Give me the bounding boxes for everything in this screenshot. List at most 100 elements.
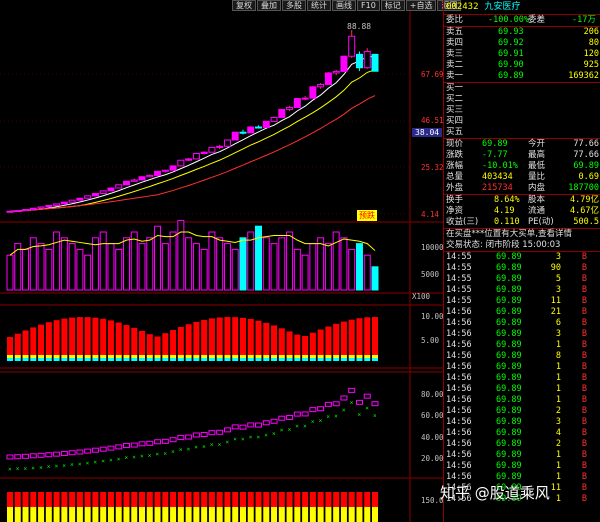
macd-base2 — [30, 358, 37, 361]
macd-base2 — [185, 358, 192, 361]
macd-bar — [107, 320, 114, 355]
toolbar-button[interactable]: 统计 — [307, 0, 331, 11]
volume-bar — [138, 243, 146, 291]
toolbar-button[interactable]: F10 — [357, 0, 380, 11]
kdj-cross: × — [163, 450, 167, 457]
macd-base — [294, 355, 301, 358]
bottom-bar — [325, 492, 332, 507]
volume-axis-label: 5000 — [421, 270, 440, 279]
volume-bar — [122, 237, 130, 291]
macd-base — [107, 355, 114, 358]
kdj-mark — [84, 448, 92, 454]
kdj-cross: × — [8, 466, 12, 473]
macd-base — [356, 355, 363, 358]
bottom-bar2 — [30, 507, 37, 522]
kdj-axis-label: 20.00 — [421, 454, 444, 463]
volume-bar — [76, 248, 84, 291]
tick-row: 14:56 69.89 1 B — [446, 461, 587, 471]
stat-row: 收益(三) 0.110 PE(动) 500.5 — [446, 217, 599, 227]
kdj-cross: × — [210, 442, 214, 449]
toolbar-button[interactable]: 多股 — [282, 0, 306, 11]
macd-base — [69, 355, 76, 358]
macd-bar — [333, 323, 340, 355]
tick-row: 14:55 69.89 11 B — [446, 296, 587, 306]
toolbar-button[interactable]: 复权 — [232, 0, 256, 11]
macd-bar — [201, 319, 208, 355]
bottom-bar2 — [45, 507, 52, 522]
macd-base2 — [146, 358, 153, 361]
bottom-bar2 — [162, 507, 169, 522]
bottom-bar — [271, 492, 278, 507]
toolbar-button[interactable]: 画线 — [332, 0, 356, 11]
notice-big-order[interactable]: 在买盘***位置有大买单,查看详情 — [444, 228, 600, 240]
macd-base2 — [177, 358, 184, 361]
bottom-bar2 — [177, 507, 184, 522]
volume-bar — [185, 237, 193, 291]
tick-row: 14:56 69.89 3 B — [446, 329, 587, 339]
buy-level: 买四 — [446, 116, 464, 126]
macd-base — [325, 355, 332, 358]
kdj-mark — [45, 452, 53, 458]
candle-body — [208, 146, 216, 153]
bottom-bar — [177, 492, 184, 507]
kdj-cross: × — [86, 460, 90, 467]
macd-base2 — [38, 358, 45, 361]
toolbar-button[interactable]: 标记 — [380, 0, 405, 11]
bottom-bar — [224, 492, 231, 507]
bottom-bar — [14, 492, 21, 507]
bottom-bar2 — [247, 507, 254, 522]
volume-bar — [192, 243, 200, 291]
candle-body — [293, 98, 301, 108]
kdj-cross: × — [24, 465, 28, 472]
bottom-bar — [302, 492, 309, 507]
bottom-bar — [255, 492, 262, 507]
order-ratio-row: 委比 -100.00% 委差 -17万 — [444, 14, 600, 26]
bottom-bar2 — [38, 507, 45, 522]
macd-base2 — [14, 358, 21, 361]
bottom-bar2 — [84, 507, 91, 522]
volume-bar — [169, 231, 177, 291]
bottom-bar2 — [286, 507, 293, 522]
bottom-bar2 — [208, 507, 215, 522]
bottom-bar2 — [61, 507, 68, 522]
macd-bar — [92, 317, 99, 355]
bottom-bar2 — [7, 507, 13, 522]
macd-bar — [45, 322, 52, 355]
kdj-cross: × — [78, 461, 82, 468]
kdj-mark — [332, 401, 340, 407]
bottom-bar — [53, 492, 60, 507]
volume-bar — [130, 231, 138, 291]
macd-base — [146, 355, 153, 358]
macd-base2 — [286, 358, 293, 361]
candle-body — [146, 174, 154, 178]
tick-row: 14:55 69.89 5 B — [446, 274, 587, 284]
kdj-cross: × — [295, 423, 299, 430]
kdj-cross: × — [241, 436, 245, 443]
toolbar-button[interactable]: +自选 — [405, 0, 437, 11]
macd-base2 — [294, 358, 301, 361]
macd-bar — [348, 319, 355, 355]
kdj-mark — [29, 453, 37, 459]
tick-row: 14:56 69.89 1 B — [446, 450, 587, 460]
volume-bar — [270, 243, 278, 291]
stock-name: 九安医疗 — [484, 2, 521, 12]
macd-bar — [139, 330, 146, 355]
bottom-bar — [38, 492, 45, 507]
volume-bar — [91, 237, 99, 291]
candle-body — [262, 120, 270, 128]
toolbar-button[interactable]: 叠加 — [257, 0, 281, 11]
candle-body — [138, 176, 146, 181]
candle-body — [91, 192, 99, 197]
quote-panel: 002432 九安医疗 委比 -100.00% 委差 -17万 卖五 69.93 20… — [443, 0, 600, 522]
kdj-cross: × — [303, 423, 307, 430]
candle-body — [363, 50, 371, 69]
macd-base2 — [255, 358, 262, 361]
kdj-mark — [115, 444, 123, 450]
volume-bar — [223, 243, 231, 291]
bottom-bar — [317, 492, 324, 507]
kdj-cross: × — [140, 453, 144, 460]
bottom-bar — [356, 492, 363, 507]
macd-bar — [38, 324, 45, 355]
macd-bar — [216, 317, 223, 355]
candle-body — [324, 72, 332, 85]
